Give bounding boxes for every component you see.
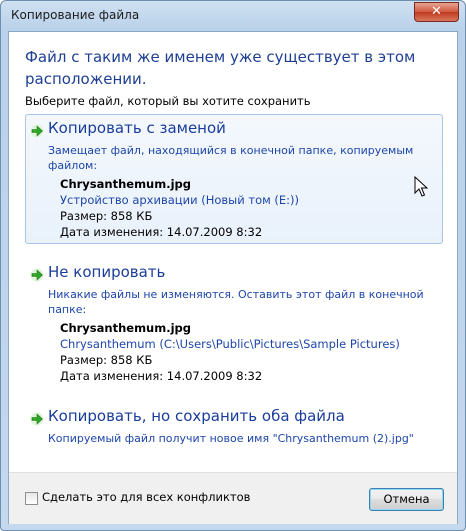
window-title: Копирование файла (11, 8, 140, 22)
dialog-footer: Сделать это для всех конфликтов Отмена (9, 472, 457, 524)
apply-to-all-checkbox[interactable] (25, 492, 38, 505)
file-name: Chrysanthemum.jpg (60, 177, 191, 191)
file-modified: Дата изменения: 14.07.2009 8:32 (60, 225, 263, 239)
file-location: Chrysanthemum (C:\Users\Public\Pictures\… (60, 337, 400, 351)
dialog-content: Файл с таким же именем уже существует в … (8, 31, 458, 524)
green-arrow-icon (30, 268, 44, 282)
title-bar[interactable]: Копирование файла ✕ (1, 1, 465, 31)
dialog-subheading: Выберите файл, который вы хотите сохрани… (25, 94, 311, 108)
option-title: Не копировать (48, 263, 166, 281)
file-location: Устройство архивации (Новый том (E:)) (60, 193, 300, 207)
close-button[interactable]: ✕ (414, 2, 459, 22)
option-copy-and-replace[interactable]: Копировать с заменой Замещает файл, нахо… (25, 114, 443, 244)
option-do-not-copy[interactable]: Не копировать Никакие файлы не изменяютс… (25, 258, 443, 388)
option-title: Копировать, но сохранить оба файла (48, 407, 345, 425)
apply-to-all-label[interactable]: Сделать это для всех конфликтов (42, 490, 250, 504)
option-copy-keep-both[interactable]: Копировать, но сохранить оба файла Копир… (25, 402, 443, 454)
option-description: Никакие файлы не изменяются. Оставить эт… (48, 288, 424, 316)
file-modified: Дата изменения: 14.07.2009 8:32 (60, 369, 263, 383)
green-arrow-icon (30, 124, 44, 138)
option-title: Копировать с заменой (48, 119, 226, 137)
file-size: Размер: 858 КБ (60, 353, 153, 367)
option-description: Копируемый файл получит новое имя "Chrys… (48, 432, 414, 445)
copy-file-dialog: Копирование файла ✕ Файл с таким же имен… (0, 0, 466, 531)
mouse-pointer-icon (414, 176, 428, 197)
dialog-heading: Файл с таким же именем уже существует в … (25, 48, 416, 88)
file-name: Chrysanthemum.jpg (60, 321, 191, 335)
green-arrow-icon (30, 412, 44, 426)
file-size: Размер: 858 КБ (60, 209, 153, 223)
option-description: Замещает файл, находящийся в конечной па… (48, 144, 414, 172)
cancel-button[interactable]: Отмена (369, 488, 444, 511)
